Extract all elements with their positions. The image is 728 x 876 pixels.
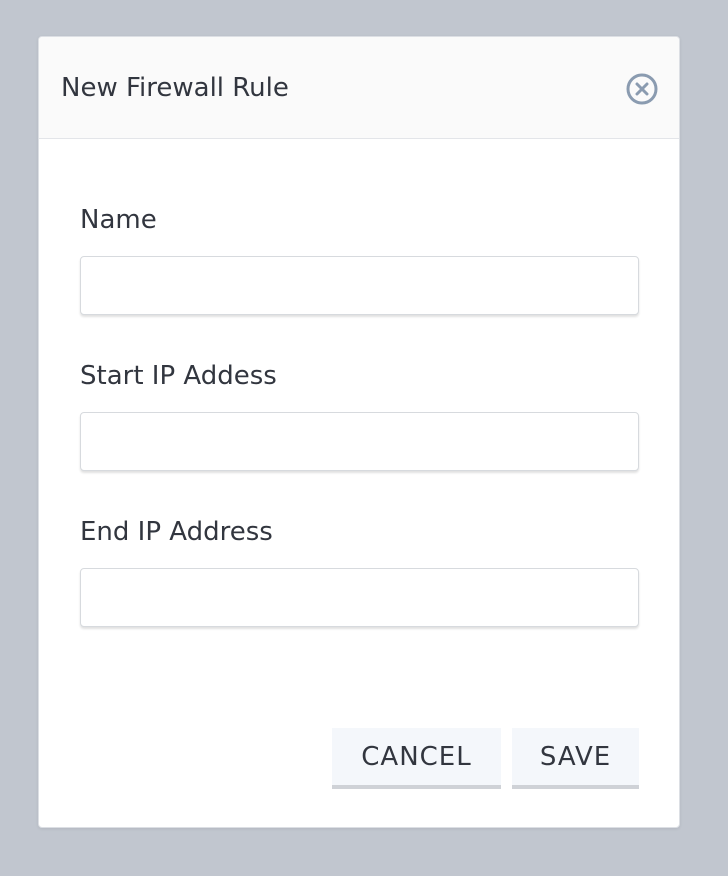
end-ip-label: End IP Address [80,517,273,547]
save-button[interactable]: SAVE [512,728,639,789]
cancel-button[interactable]: CANCEL [332,728,501,789]
start-ip-input[interactable] [80,412,639,471]
end-ip-input[interactable] [80,568,639,627]
dialog-title: New Firewall Rule [61,73,289,103]
start-ip-label: Start IP Addess [80,361,277,391]
name-input[interactable] [80,256,639,315]
close-icon[interactable] [625,72,659,106]
name-label: Name [80,205,157,235]
firewall-rule-dialog: New Firewall Rule Name Start IP Addess E… [38,36,680,828]
dialog-header: New Firewall Rule [39,37,679,139]
